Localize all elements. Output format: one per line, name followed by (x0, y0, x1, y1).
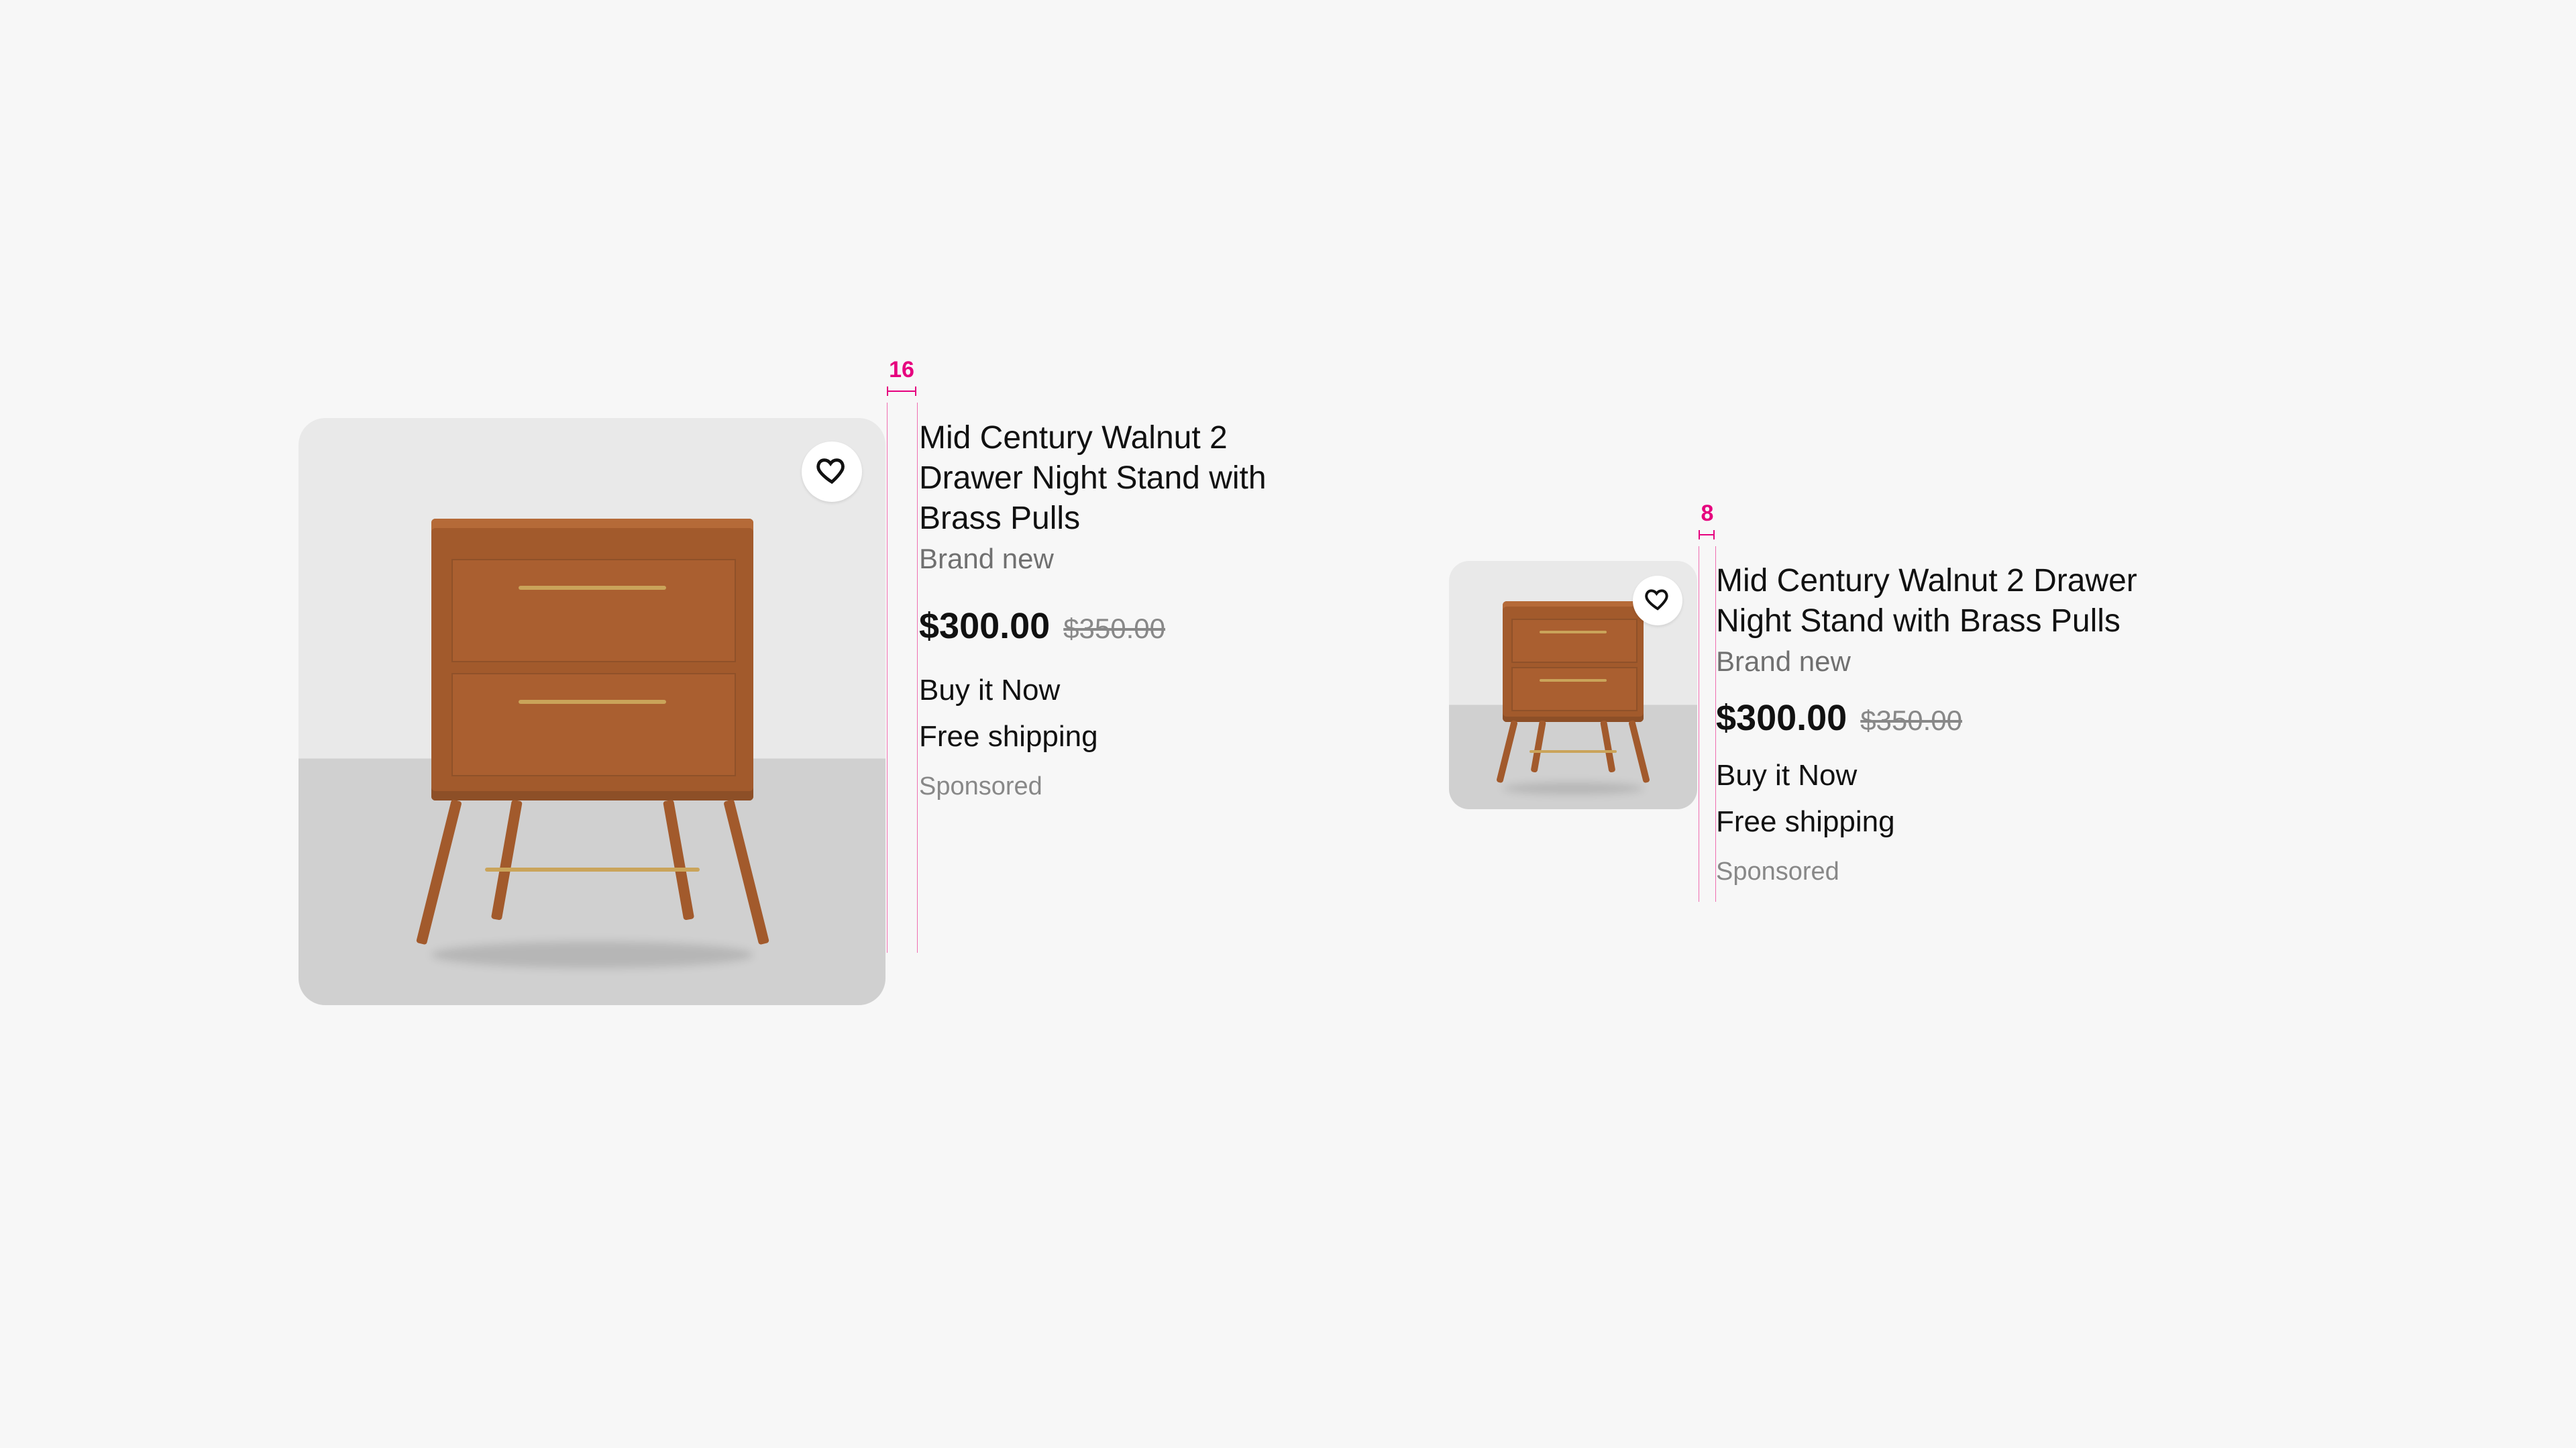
product-card-small: Mid Century Walnut 2 Drawer Night Stand … (1449, 561, 2139, 888)
product-price: $300.00 (1716, 696, 1847, 741)
spacing-bracket (887, 386, 916, 396)
product-thumbnail[interactable] (299, 418, 885, 1005)
sponsored-label: Sponsored (1716, 856, 2139, 888)
spacing-label: 16 (889, 357, 914, 383)
heart-icon (1645, 586, 1670, 615)
product-card-large: Mid Century Walnut 2 Drawer Night Stand … (299, 418, 1335, 1005)
product-details: Mid Century Walnut 2 Drawer Night Stand … (919, 418, 1335, 1005)
product-price: $300.00 (919, 604, 1050, 650)
product-price-was: $350.00 (1063, 611, 1165, 647)
product-price-was: $350.00 (1860, 703, 1962, 739)
buy-it-now-label: Buy it Now (1716, 757, 2139, 794)
product-details: Mid Century Walnut 2 Drawer Night Stand … (1716, 561, 2139, 888)
price-row: $300.00 $350.00 (919, 604, 1335, 650)
product-title[interactable]: Mid Century Walnut 2 Drawer Night Stand … (919, 418, 1335, 539)
favorite-button[interactable] (1633, 576, 1682, 625)
shipping-label: Free shipping (919, 718, 1335, 755)
shipping-label: Free shipping (1716, 803, 2139, 840)
product-condition: Brand new (919, 541, 1335, 577)
favorite-button[interactable] (802, 442, 862, 502)
product-condition: Brand new (1716, 644, 2139, 680)
spacing-bracket (1699, 530, 1715, 539)
buy-it-now-label: Buy it Now (919, 672, 1335, 709)
price-row: $300.00 $350.00 (1716, 696, 2139, 741)
sponsored-label: Sponsored (919, 771, 1335, 803)
spacing-label: 8 (1701, 501, 1714, 527)
product-title[interactable]: Mid Century Walnut 2 Drawer Night Stand … (1716, 561, 2139, 641)
heart-icon (816, 455, 847, 489)
product-thumbnail[interactable] (1449, 561, 1697, 809)
